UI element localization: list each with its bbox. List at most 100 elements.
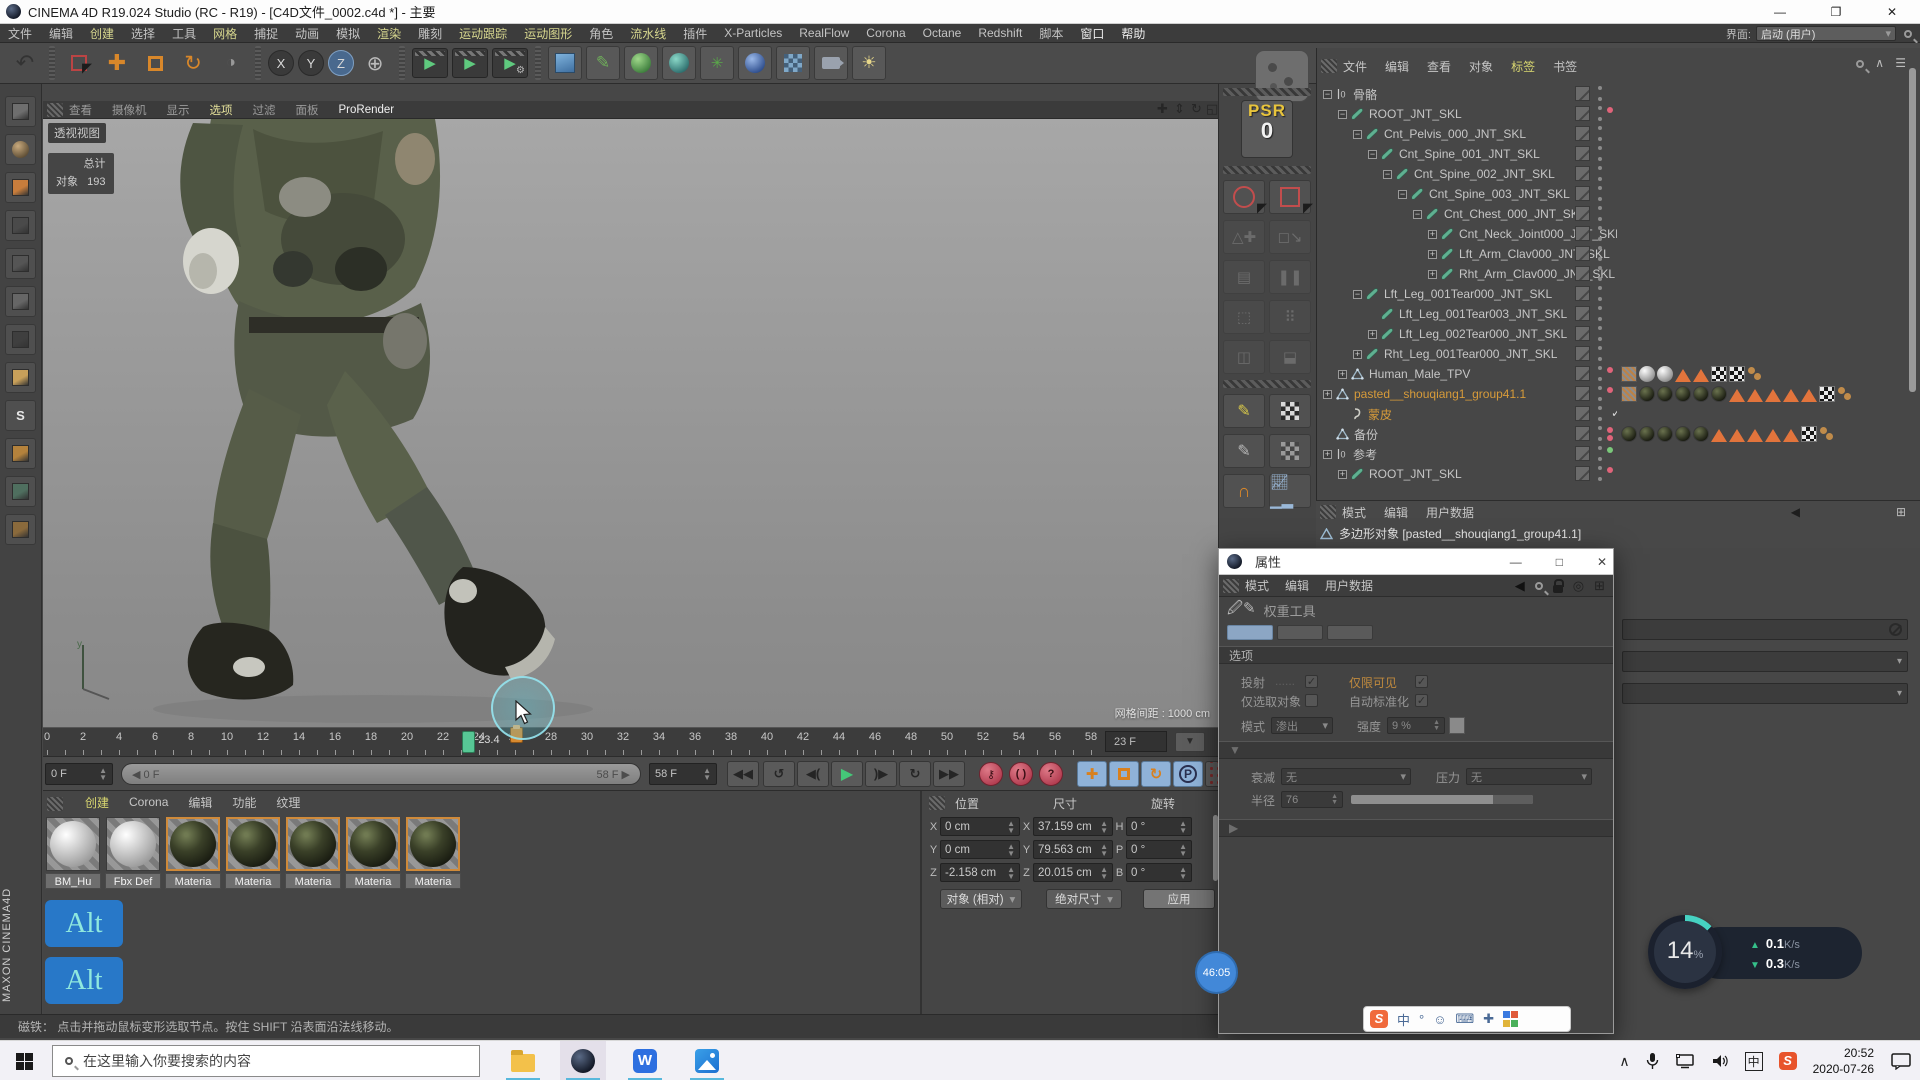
apply-button[interactable]: 应用 [1143, 889, 1215, 909]
material-menu-item[interactable]: 创建 [85, 794, 109, 811]
tree-item[interactable]: +0参考 [1319, 444, 1617, 464]
menu-item[interactable]: 帮助 [1121, 25, 1145, 42]
sphere-dark-tag-icon[interactable] [1621, 426, 1637, 442]
undo-icon[interactable]: ↶ [8, 46, 42, 80]
keyframe-selection-button[interactable]: ? [1039, 762, 1063, 786]
visibility-dots[interactable] [1598, 126, 1602, 141]
speaker-icon[interactable] [1711, 1053, 1729, 1069]
magnet-tool-icon[interactable]: ∩ [1223, 474, 1265, 508]
workplane-mode-icon[interactable] [5, 210, 36, 241]
layer-toggle[interactable] [1575, 466, 1590, 481]
tri-tag-icon[interactable] [1675, 369, 1691, 382]
attribute-row[interactable] [1622, 619, 1908, 640]
keyboard-icon[interactable]: ⌨ [1456, 1011, 1475, 1027]
sphere-dark-tag-icon[interactable] [1657, 426, 1673, 442]
rotate-tool[interactable]: ↻ [176, 46, 210, 80]
loop-button[interactable]: ↻ [899, 761, 931, 787]
om-menu-item[interactable]: 对象 [1469, 58, 1493, 75]
layer-toggle[interactable] [1575, 86, 1590, 101]
texture-tool-icon[interactable] [1269, 434, 1311, 468]
tree-item[interactable]: −Cnt_Spine_002_JNT_SKL [1319, 164, 1617, 184]
end-frame-field[interactable]: 58 F▲▼ [649, 763, 717, 785]
viewport-menu-item[interactable]: 面板 [296, 102, 319, 118]
perspective-viewport[interactable]: 透视视图 总计 对象 193 网格间距 : 1000 cm y [43, 119, 1218, 727]
texture-paint-icon[interactable] [5, 514, 36, 545]
menu-item[interactable]: 运动跟踪 [459, 25, 507, 42]
tray-chevron-icon[interactable]: ∧ [1619, 1053, 1629, 1070]
key-position-toggle[interactable]: ✚ [1077, 761, 1107, 787]
add-camera-button[interactable] [814, 46, 848, 80]
uvw-tag-icon[interactable] [1801, 426, 1817, 442]
visibility-dots[interactable] [1598, 286, 1602, 301]
sphere-dark-tag-icon[interactable] [1675, 386, 1691, 402]
selected-only-checkbox[interactable] [1305, 694, 1318, 707]
taskbar-app-photos[interactable] [684, 1041, 730, 1080]
viewport-menu-item[interactable]: 摄像机 [112, 102, 147, 118]
layer-toggle[interactable] [1575, 406, 1590, 421]
visibility-dots[interactable] [1598, 146, 1602, 161]
target-icon[interactable]: ◎ [1573, 578, 1584, 594]
visibility-dots[interactable] [1598, 106, 1602, 121]
menu-item[interactable]: 捕捉 [254, 25, 278, 42]
tree-item[interactable]: 备份 [1319, 424, 1617, 444]
panel-grip[interactable] [47, 797, 63, 811]
viewport-menu-item[interactable]: 查看 [69, 102, 92, 118]
rotation-p-field[interactable]: 0 °▲▼ [1126, 840, 1192, 859]
network-display-icon[interactable] [1675, 1053, 1695, 1069]
last-tool[interactable]: ◑ [214, 46, 248, 80]
collapsed-section-header[interactable]: ▶ [1219, 819, 1613, 837]
lock-workplane-icon[interactable] [5, 476, 36, 507]
go-to-start-button[interactable]: ◀◀ [727, 761, 759, 787]
visibility-dots[interactable] [1598, 466, 1602, 481]
sogou-logo[interactable]: S [1370, 1010, 1388, 1028]
snap-settings-icon[interactable] [5, 438, 36, 469]
visibility-dots[interactable] [1598, 426, 1602, 441]
menu-item[interactable]: 用户数据 [1325, 577, 1373, 594]
tree-item[interactable]: +Lft_Arm_Clav000_JNT_SKL [1319, 244, 1617, 264]
visibility-dots[interactable] [1598, 446, 1602, 461]
notification-icon[interactable] [1890, 1052, 1912, 1070]
menu-item[interactable]: 窗口 [1080, 25, 1104, 42]
sphere-dark-tag-icon[interactable] [1657, 386, 1673, 402]
input-mode-toggle[interactable]: 中 [1397, 1010, 1410, 1029]
tree-expand-toggle[interactable]: + [1323, 390, 1332, 399]
taskbar-app-wps[interactable]: W [622, 1041, 668, 1080]
visibility-dots[interactable] [1598, 406, 1602, 421]
rotation-b-field[interactable]: 0 °▲▼ [1126, 863, 1192, 882]
material-item[interactable]: Materia [165, 817, 221, 889]
menu-item[interactable]: 动画 [295, 25, 319, 42]
menu-item[interactable]: Redshift [978, 26, 1022, 40]
taskbar-app-cinema4d[interactable] [560, 1041, 606, 1080]
radius-slider[interactable] [1351, 795, 1533, 804]
previous-key-button[interactable]: ◀( [797, 761, 829, 787]
visibility-dots[interactable] [1598, 226, 1602, 241]
tree-expand-toggle[interactable]: + [1428, 270, 1437, 279]
material-thumbnail[interactable] [226, 817, 280, 871]
visibility-dots[interactable] [1598, 206, 1602, 221]
emoji-icon[interactable]: ☺ [1433, 1012, 1446, 1027]
viewport-menu-item[interactable]: 过滤 [253, 102, 276, 118]
menu-item[interactable]: 创建 [90, 25, 114, 42]
tool-icon[interactable]: ▤ [1223, 260, 1265, 294]
frame-range-slider[interactable]: ◀ 0 F 58 F ▶ [121, 763, 641, 785]
tree-item[interactable]: +Rht_Arm_Clav000_JNT_SKL [1319, 264, 1617, 284]
scale-tool[interactable] [138, 46, 172, 80]
material-thumbnail[interactable] [106, 817, 160, 871]
layer-toggle[interactable] [1575, 306, 1590, 321]
sphere-dark-tag-icon[interactable] [1639, 386, 1655, 402]
window-minimize-button[interactable]: — [1510, 555, 1522, 569]
maximize-button[interactable]: ❐ [1808, 0, 1864, 24]
menu-item[interactable]: 流水线 [630, 25, 666, 42]
tree-expand-toggle[interactable]: + [1428, 250, 1437, 259]
add-simulation-button[interactable] [738, 46, 772, 80]
render-settings-button[interactable]: ▶⚙ [492, 48, 528, 78]
start-frame-field[interactable]: 0 F▲▼ [45, 763, 113, 785]
sphere-light-tag-icon[interactable] [1639, 366, 1655, 382]
tree-item[interactable]: −Cnt_Pelvis_000_JNT_SKL [1319, 124, 1617, 144]
sphere-dark-tag-icon[interactable] [1675, 426, 1691, 442]
cast-checkbox[interactable]: ✓ [1305, 675, 1318, 688]
uvw-tag-icon[interactable] [1729, 366, 1745, 382]
om-menu-item[interactable]: 文件 [1343, 58, 1367, 75]
points-mode-icon[interactable] [5, 248, 36, 279]
attribute-dropdown[interactable]: ▾ [1622, 651, 1908, 672]
